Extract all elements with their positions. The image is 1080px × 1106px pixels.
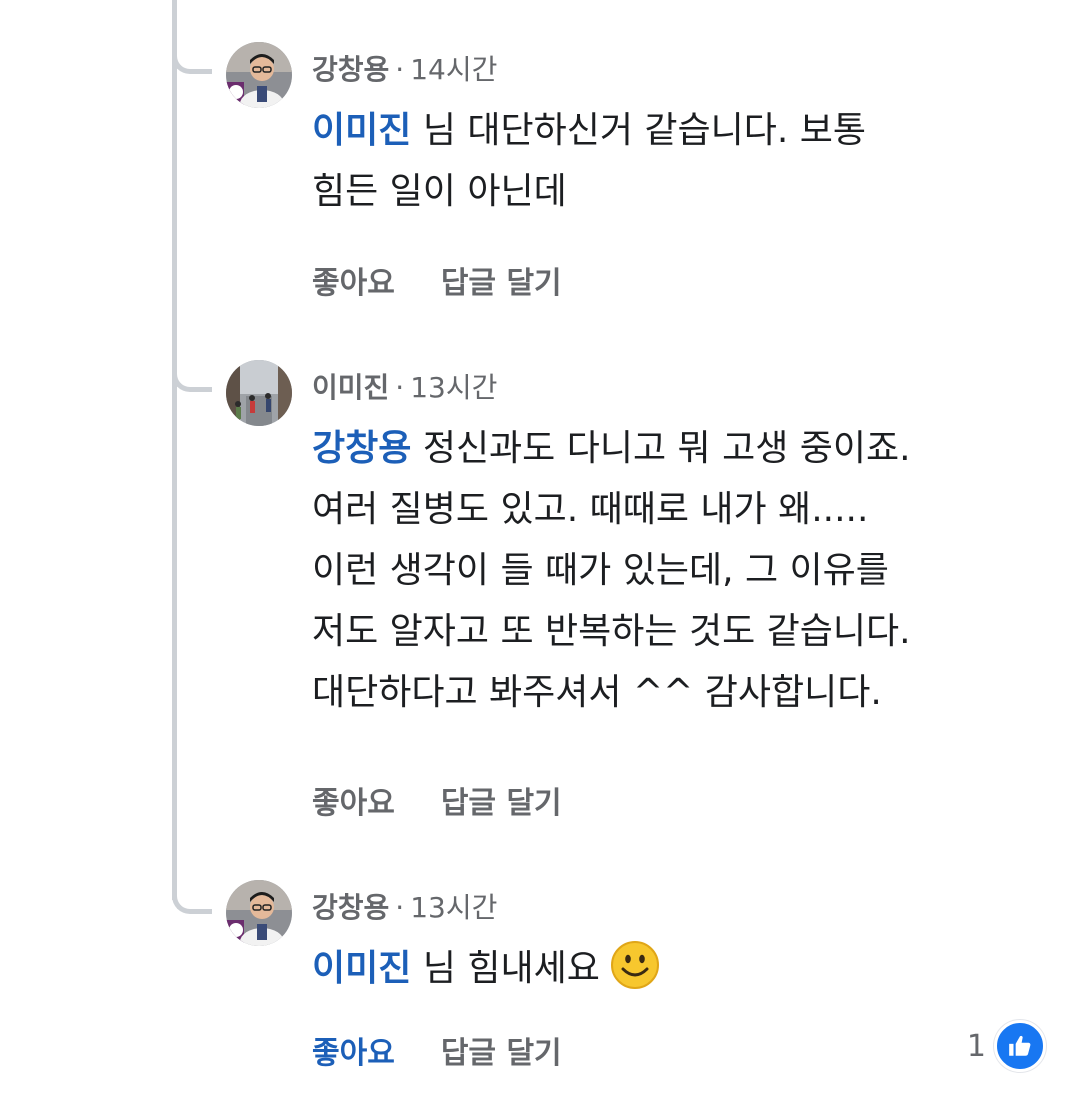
thread-elbow bbox=[172, 362, 212, 392]
smiling-face-icon bbox=[610, 940, 660, 1009]
comment-line: 힘든 일이 아닌데 bbox=[312, 171, 567, 212]
comment-line: 정신과도 다니고 뭐 고생 중이죠. bbox=[411, 428, 911, 469]
reply-button[interactable]: 답글 달기 bbox=[441, 1028, 562, 1072]
avatar[interactable] bbox=[226, 360, 292, 426]
comment-line: 님 대단하신거 같습니다. 보통 bbox=[411, 110, 867, 151]
comment-meta: 강창용 · 13시간 bbox=[312, 891, 498, 924]
author-name[interactable]: 강창용 bbox=[312, 891, 389, 924]
reaction-summary[interactable]: 1 bbox=[967, 1020, 1046, 1072]
author-name[interactable]: 강창용 bbox=[312, 53, 389, 86]
like-button[interactable]: 좋아요 bbox=[312, 778, 395, 822]
comment-line: 님 힘내세요 bbox=[411, 948, 600, 989]
timestamp[interactable]: 13시간 bbox=[410, 371, 497, 404]
avatar[interactable] bbox=[226, 880, 292, 946]
avatar[interactable] bbox=[226, 42, 292, 108]
comment-line: 여러 질병도 있고. 때때로 내가 왜..... bbox=[312, 489, 869, 530]
comment-actions: 좋아요 답글 달기 bbox=[312, 258, 562, 302]
thread-line bbox=[172, 0, 177, 900]
comment-meta: 이미진 · 13시간 bbox=[312, 371, 498, 404]
mention-link[interactable]: 이미진 bbox=[312, 948, 411, 989]
thumbs-up-icon bbox=[994, 1020, 1046, 1072]
comment-actions: 좋아요 답글 달기 bbox=[312, 1028, 562, 1072]
like-button[interactable]: 좋아요 bbox=[312, 1028, 395, 1072]
comment-line: 저도 알자고 또 반복하는 것도 같습니다. bbox=[312, 611, 911, 652]
mention-link[interactable]: 강창용 bbox=[312, 428, 411, 469]
comment-line: 이런 생각이 들 때가 있는데, 그 이유를 bbox=[312, 550, 889, 591]
comment-line: 대단하다고 봐주셔서 ^^ 감사합니다. bbox=[312, 672, 882, 713]
thread-elbow bbox=[172, 44, 212, 74]
reply-button[interactable]: 답글 달기 bbox=[441, 258, 562, 302]
author-name[interactable]: 이미진 bbox=[312, 371, 389, 404]
comment-text: 이미진 님 대단하신거 같습니다. 보통 힘든 일이 아닌데 bbox=[312, 100, 1012, 222]
thread-elbow bbox=[172, 884, 212, 914]
comment-text: 이미진 님 힘내세요 bbox=[312, 938, 1012, 1009]
reaction-count: 1 bbox=[966, 1028, 986, 1064]
comment-meta: 강창용 · 14시간 bbox=[312, 53, 498, 86]
mention-link[interactable]: 이미진 bbox=[312, 110, 411, 151]
timestamp[interactable]: 14시간 bbox=[410, 53, 497, 86]
timestamp[interactable]: 13시간 bbox=[410, 891, 497, 924]
comment-actions: 좋아요 답글 달기 bbox=[312, 778, 562, 822]
comment-text: 강창용 정신과도 다니고 뭐 고생 중이죠. 여러 질병도 있고. 때때로 내가… bbox=[312, 418, 1052, 723]
like-button[interactable]: 좋아요 bbox=[312, 258, 395, 302]
reply-button[interactable]: 답글 달기 bbox=[441, 778, 562, 822]
